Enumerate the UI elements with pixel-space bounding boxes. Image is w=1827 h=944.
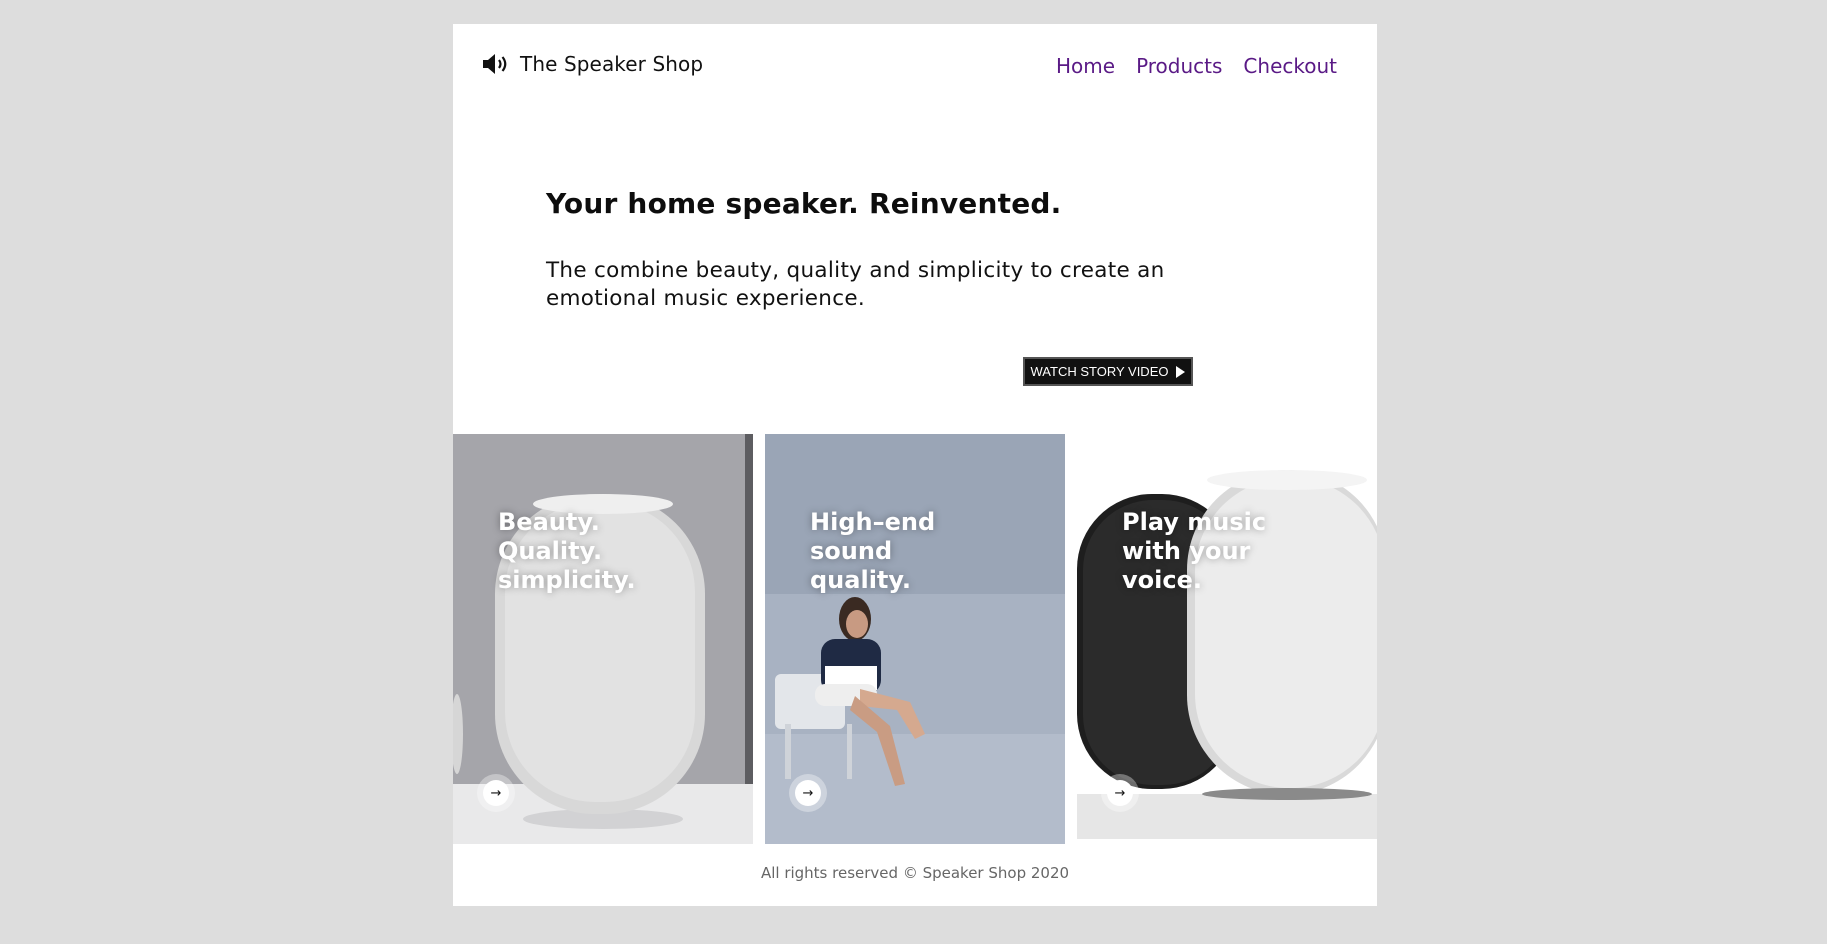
- arrow-right-icon: →: [483, 780, 509, 806]
- card-arrow-button[interactable]: →: [477, 774, 515, 812]
- page: The Speaker Shop Home Products Checkout …: [453, 24, 1377, 906]
- speaker-volume-icon: [483, 54, 507, 74]
- feature-card-title: Play music with your voice.: [1122, 508, 1267, 594]
- brand-name: The Speaker Shop: [520, 52, 704, 76]
- card-arrow-button[interactable]: →: [1101, 774, 1139, 812]
- hero-subtitle: The combine beauty, quality and simplici…: [546, 258, 1165, 311]
- nav-link-checkout[interactable]: Checkout: [1243, 54, 1337, 78]
- feature-cards: Beauty. Quality. simplicity. → High–end …: [453, 434, 1377, 844]
- arrow-right-icon: →: [795, 780, 821, 806]
- watch-story-video-label: WATCH STORY VIDEO: [1030, 364, 1169, 379]
- feature-card-voice[interactable]: Play music with your voice. →: [1077, 434, 1377, 844]
- feature-card-title: Beauty. Quality. simplicity.: [498, 508, 636, 594]
- play-icon: [1176, 365, 1186, 378]
- card-arrow-button[interactable]: →: [789, 774, 827, 812]
- footer-copyright: All rights reserved © Speaker Shop 2020: [760, 864, 1070, 882]
- feature-card-title: High–end sound quality.: [810, 508, 936, 594]
- hero-title: Your home speaker. Reinvented.: [546, 187, 1062, 220]
- brand-logo[interactable]: The Speaker Shop: [482, 52, 703, 76]
- site-header: The Speaker Shop Home Products Checkout: [453, 24, 1377, 114]
- feature-card-beauty[interactable]: Beauty. Quality. simplicity. →: [453, 434, 753, 844]
- watch-story-video-button[interactable]: WATCH STORY VIDEO: [1023, 357, 1193, 386]
- arrow-right-icon: →: [1107, 780, 1133, 806]
- nav-link-home[interactable]: Home: [1056, 54, 1115, 78]
- main-nav: Home Products Checkout: [1056, 54, 1337, 78]
- feature-card-sound[interactable]: High–end sound quality. →: [765, 434, 1065, 844]
- nav-link-products[interactable]: Products: [1136, 54, 1222, 78]
